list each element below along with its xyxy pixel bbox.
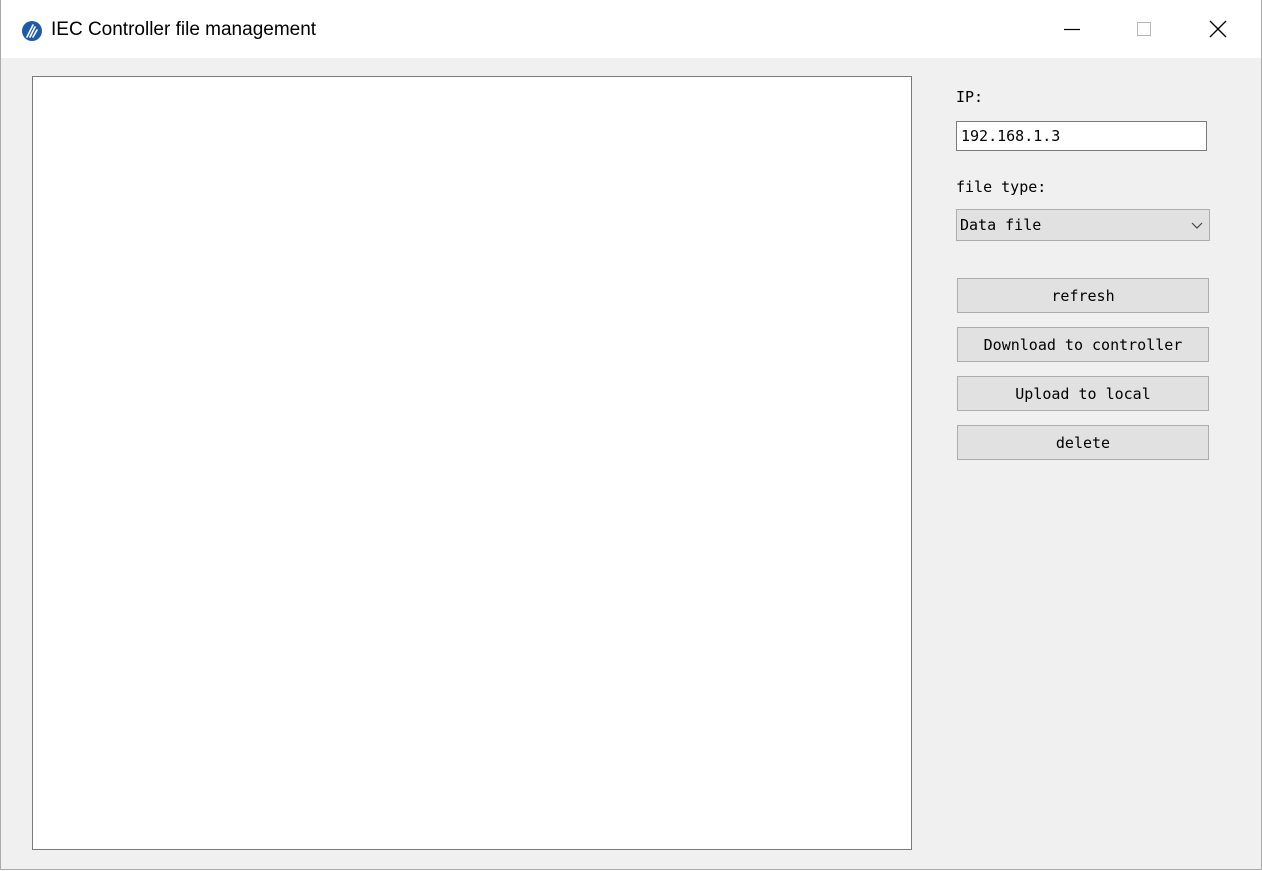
file-type-value: Data file <box>960 216 1042 234</box>
chevron-down-icon <box>1185 209 1209 241</box>
file-list[interactable] <box>32 76 912 850</box>
app-logo-icon <box>22 21 42 41</box>
ip-input[interactable] <box>956 121 1207 151</box>
minimize-button[interactable] <box>1043 0 1101 58</box>
file-type-select[interactable]: Data file <box>956 209 1210 241</box>
file-type-label: file type: <box>956 178 1047 196</box>
refresh-button[interactable]: refresh <box>957 278 1209 313</box>
download-to-controller-button[interactable]: Download to controller <box>957 327 1209 362</box>
delete-button[interactable]: delete <box>957 425 1209 460</box>
close-icon <box>1209 20 1227 38</box>
app-window: IEC Controller file management IP: file … <box>0 0 1262 870</box>
ip-label: IP: <box>956 88 984 106</box>
title-bar[interactable]: IEC Controller file management <box>1 0 1261 58</box>
maximize-icon <box>1137 22 1151 36</box>
upload-to-local-button[interactable]: Upload to local <box>957 376 1209 411</box>
minimize-icon <box>1064 28 1080 31</box>
window-title: IEC Controller file management <box>51 19 317 40</box>
maximize-button[interactable] <box>1115 0 1173 58</box>
close-button[interactable] <box>1189 0 1247 58</box>
